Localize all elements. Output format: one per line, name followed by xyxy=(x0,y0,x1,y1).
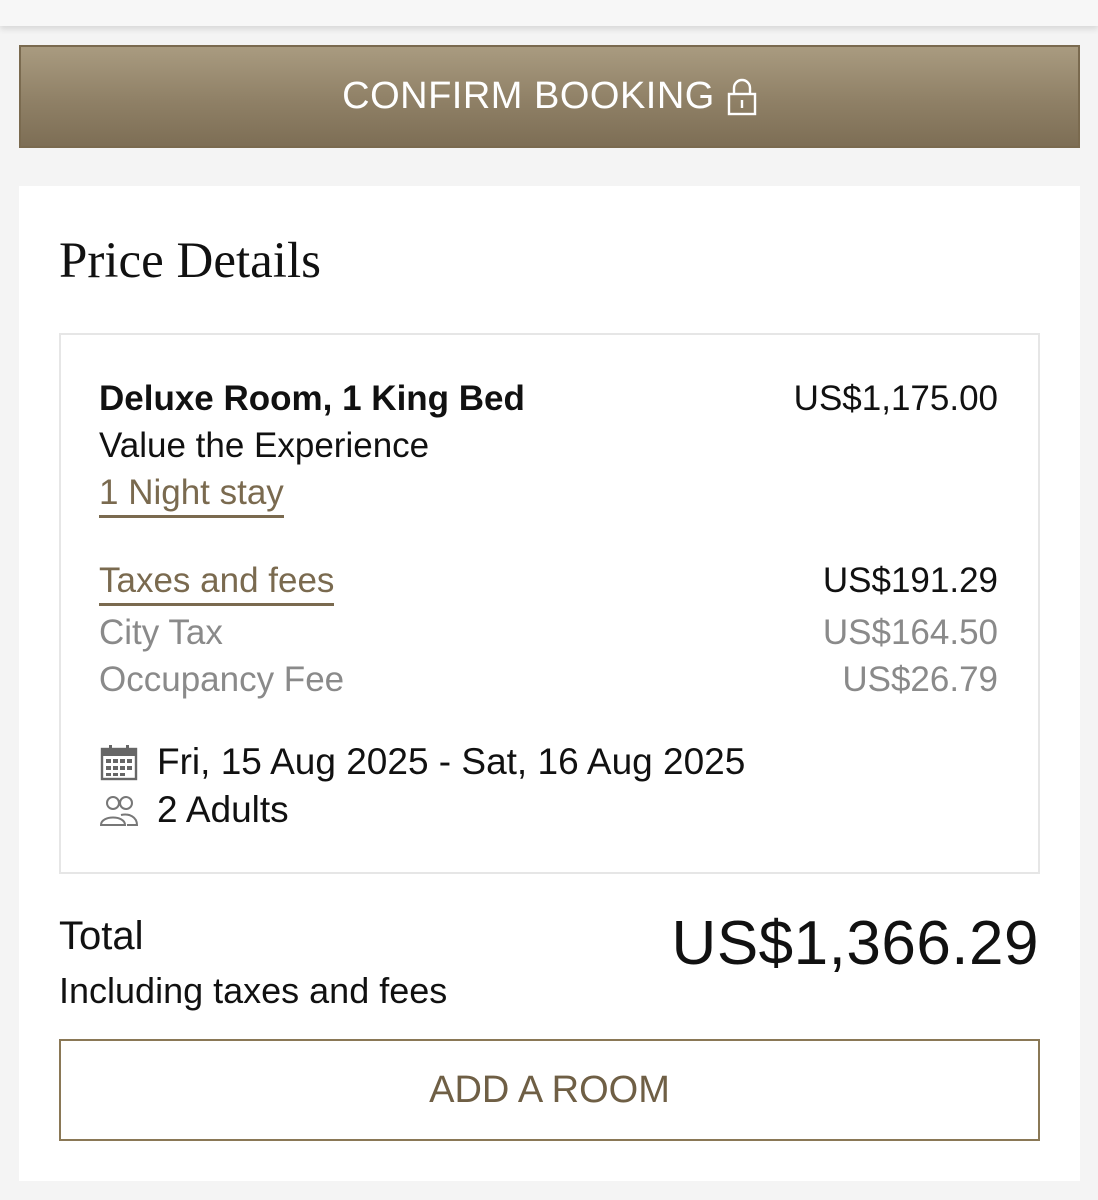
rate-name: Value the Experience xyxy=(99,426,430,465)
calendar-icon xyxy=(99,742,139,782)
guests-icon xyxy=(99,790,139,830)
add-room-button[interactable]: ADD A ROOM xyxy=(59,1039,1040,1141)
tax-item-amount: US$164.50 xyxy=(822,613,998,652)
tax-item-amount: US$26.79 xyxy=(842,660,998,699)
total-label: Total xyxy=(59,914,144,958)
confirm-booking-label: CONFIRM BOOKING xyxy=(342,75,715,117)
page-title: Price Details xyxy=(59,233,321,289)
guests-row: 2 Adults xyxy=(99,789,289,831)
add-room-label: ADD A ROOM xyxy=(429,1068,670,1111)
room-name: Deluxe Room, 1 King Bed xyxy=(99,379,525,418)
total-sublabel: Including taxes and fees xyxy=(59,970,448,1011)
tax-item-label: Occupancy Fee xyxy=(99,660,345,699)
guest-count: 2 Adults xyxy=(157,789,289,830)
top-bar xyxy=(0,0,1098,26)
room-price: US$1,175.00 xyxy=(793,379,998,418)
tax-item-row: City Tax US$164.50 xyxy=(99,611,998,655)
total-amount: US$1,366.29 xyxy=(671,909,1039,978)
taxes-and-fees-link[interactable]: Taxes and fees xyxy=(99,561,335,606)
room-row: Deluxe Room, 1 King Bed US$1,175.00 xyxy=(99,377,998,421)
price-details-card: Price Details Deluxe Room, 1 King Bed US… xyxy=(19,186,1080,1181)
confirm-booking-button[interactable]: CONFIRM BOOKING xyxy=(19,45,1080,148)
night-stay-link[interactable]: 1 Night stay xyxy=(99,473,284,518)
taxes-amount: US$191.29 xyxy=(822,561,998,600)
stay-dates: Fri, 15 Aug 2025 - Sat, 16 Aug 2025 xyxy=(157,741,746,782)
tax-item-label: City Tax xyxy=(99,613,223,652)
stay-dates-row: Fri, 15 Aug 2025 - Sat, 16 Aug 2025 xyxy=(99,741,745,783)
lock-icon xyxy=(727,78,757,116)
taxes-row: Taxes and fees US$191.29 xyxy=(99,559,998,606)
booking-details-box: Deluxe Room, 1 King Bed US$1,175.00 Valu… xyxy=(59,333,1040,874)
tax-item-row: Occupancy Fee US$26.79 xyxy=(99,658,998,702)
